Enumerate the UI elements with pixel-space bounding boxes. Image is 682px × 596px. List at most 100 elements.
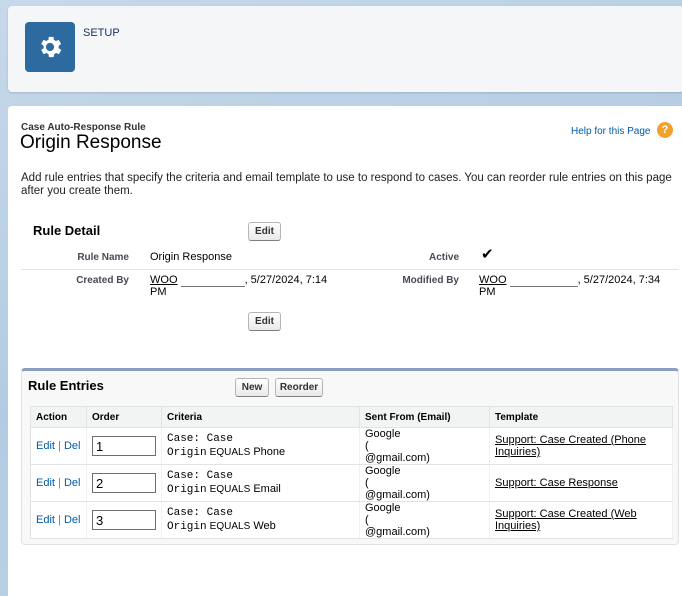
criteria-field: Origin: [167, 520, 207, 533]
del-link[interactable]: Del: [64, 514, 81, 526]
sender-name: Google: [365, 502, 401, 514]
setup-tile[interactable]: [25, 22, 75, 72]
criteria-object: Case: Case: [167, 506, 234, 519]
setup-label[interactable]: SETUP: [83, 27, 120, 39]
sender-email-domain: @gmail.com): [365, 526, 430, 538]
criteria-cell: Case: Case Origin EQUALS Phone: [161, 427, 360, 465]
help-link[interactable]: Help for this Page: [571, 126, 651, 137]
created-by-date: , 5/27/2024, 7:14: [244, 274, 328, 286]
column-header-action[interactable]: Action: [30, 406, 87, 428]
order-input[interactable]: [92, 436, 156, 456]
sender-name: Google: [365, 465, 401, 477]
template-cell: Support: Case Created (Phone Inquiries): [489, 427, 673, 465]
order-cell: [86, 464, 162, 502]
action-divider: |: [58, 440, 61, 452]
sender-email: (x@gmail.com): [365, 440, 430, 464]
action-divider: |: [58, 477, 61, 489]
sent-from-cell: Google (x@gmail.com): [359, 464, 490, 502]
template-cell: Support: Case Created (Web Inquiries): [489, 501, 673, 539]
criteria-condition: Origin EQUALS Email: [167, 483, 354, 497]
redacted-email: x: [368, 477, 423, 489]
edit-link[interactable]: Edit: [36, 477, 55, 489]
edit-link[interactable]: Edit: [36, 514, 55, 526]
criteria-field: Origin: [167, 446, 207, 459]
edit-button-top[interactable]: Edit: [248, 222, 281, 241]
modified-by-name-link[interactable]: WOO: [479, 274, 507, 286]
criteria-value: Phone: [253, 445, 286, 458]
del-link[interactable]: Del: [64, 477, 81, 489]
rule-name-label: Rule Name: [77, 252, 129, 263]
redacted-name: x: [509, 275, 578, 287]
criteria-operator: EQUALS: [209, 446, 251, 458]
template-link[interactable]: Support: Case Response: [495, 477, 618, 489]
gear-icon: [41, 36, 62, 58]
order-input[interactable]: [92, 510, 156, 530]
checkmark-icon: ✔: [481, 246, 494, 263]
action-cell: Edit | Del: [30, 501, 87, 539]
column-header-sent-from[interactable]: Sent From (Email): [359, 406, 490, 428]
main-content: Case Auto-Response Rule Origin Response …: [8, 106, 682, 596]
template-link[interactable]: Support: Case Created (Web Inquiries): [495, 508, 637, 532]
sender-email: (x@gmail.com): [365, 477, 430, 501]
criteria-cell: Case: Case Origin EQUALS Web: [161, 501, 360, 539]
edit-button-bottom[interactable]: Edit: [248, 312, 281, 331]
reorder-button[interactable]: Reorder: [275, 378, 323, 397]
created-by-value: WOO x, 5/27/2024, 7:14 PM: [150, 275, 327, 298]
modified-by-label: Modified By: [402, 275, 459, 286]
created-by-time: PM: [150, 286, 167, 298]
created-by-label: Created By: [76, 275, 129, 286]
sender-email-domain: @gmail.com): [365, 489, 430, 501]
template-cell: Support: Case Response: [489, 464, 673, 502]
detail-divider: [21, 269, 679, 270]
criteria-value: Email: [253, 482, 281, 495]
table-row: Edit | Del Case: Case Origin EQUALS Emai…: [30, 464, 673, 502]
criteria-condition: Origin EQUALS Web: [167, 520, 354, 534]
setup-header: SETUP: [8, 6, 682, 92]
modified-by-date: , 5/27/2024, 7:34: [577, 274, 661, 286]
question-circle-icon[interactable]: ?: [657, 122, 673, 138]
order-cell: [86, 427, 162, 465]
rule-name-value: Origin Response: [150, 251, 232, 263]
criteria-value: Web: [253, 519, 276, 532]
active-label: Active: [428, 252, 459, 263]
modified-by-time: PM: [479, 286, 496, 298]
criteria-object: Case: Case: [167, 469, 234, 482]
sent-from-cell: Google (x@gmail.com): [359, 427, 490, 465]
rule-entries-table: Action Order Criteria Sent From (Email) …: [30, 406, 673, 539]
criteria-cell: Case: Case Origin EQUALS Email: [161, 464, 360, 502]
page-description: Add rule entries that specify the criter…: [21, 172, 672, 197]
template-link[interactable]: Support: Case Created (Phone Inquiries): [495, 434, 646, 458]
sent-from-cell: Google (x@gmail.com): [359, 501, 490, 539]
order-cell: [86, 501, 162, 539]
edit-link[interactable]: Edit: [36, 440, 55, 452]
created-by-name-link[interactable]: WOO: [150, 274, 178, 286]
table-header-row: Action Order Criteria Sent From (Email) …: [30, 406, 673, 428]
rule-detail-title: Rule Detail: [33, 223, 101, 238]
page-title: Origin Response: [20, 132, 162, 153]
rule-entries-title: Rule Entries: [28, 378, 104, 393]
criteria-condition: Origin EQUALS Phone: [167, 446, 354, 460]
redacted-name: x: [180, 275, 245, 287]
sender-email-domain: @gmail.com): [365, 452, 430, 464]
action-cell: Edit | Del: [30, 427, 87, 465]
table-row: Edit | Del Case: Case Origin EQUALS Phon…: [30, 427, 673, 465]
order-input[interactable]: [92, 473, 156, 493]
redacted-email: x: [368, 514, 423, 526]
del-link[interactable]: Del: [64, 440, 81, 452]
column-header-order[interactable]: Order: [86, 406, 162, 428]
modified-by-value: WOO x, 5/27/2024, 7:34 PM: [479, 275, 660, 298]
sender-name: Google: [365, 428, 401, 440]
new-button[interactable]: New: [235, 378, 269, 397]
table-row: Edit | Del Case: Case Origin EQUALS Web: [30, 501, 673, 539]
criteria-operator: EQUALS: [209, 520, 251, 532]
column-header-template[interactable]: Template: [489, 406, 673, 428]
criteria-field: Origin: [167, 483, 207, 496]
rule-entries-section: Rule Entries New Reorder Action Order Cr…: [21, 368, 679, 545]
criteria-object: Case: Case: [167, 432, 234, 445]
criteria-operator: EQUALS: [209, 483, 251, 495]
action-divider: |: [58, 514, 61, 526]
column-header-criteria[interactable]: Criteria: [161, 406, 360, 428]
sender-email: (x@gmail.com): [365, 514, 430, 538]
action-cell: Edit | Del: [30, 464, 87, 502]
redacted-email: x: [368, 440, 423, 452]
